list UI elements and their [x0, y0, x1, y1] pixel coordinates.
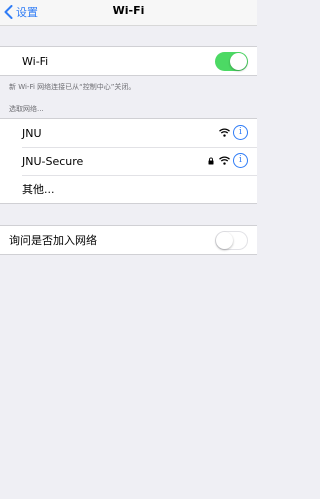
wifi-icon [219, 156, 230, 165]
page-title: Wi-Fi [112, 4, 145, 17]
wifi-toggle[interactable] [215, 52, 248, 71]
ask-join-label: 询问是否加入网络 [9, 234, 97, 247]
other-network-row[interactable]: 其他... [0, 175, 257, 203]
ask-join-row: 询问是否加入网络 [0, 226, 257, 254]
network-name: JNU-Secure [22, 154, 84, 168]
toggle-knob [230, 53, 247, 70]
other-network-label: 其他... [22, 183, 55, 196]
network-row-jnu[interactable]: JNU i [0, 119, 257, 147]
wifi-toggle-row: Wi-Fi [0, 47, 257, 75]
ask-join-group: 询问是否加入网络 [0, 225, 257, 255]
network-name: JNU [22, 126, 42, 140]
wifi-icon [219, 128, 230, 137]
ask-join-toggle[interactable] [215, 231, 248, 250]
info-icon[interactable]: i [233, 153, 248, 168]
network-row-jnu-secure[interactable]: JNU-Secure i [0, 147, 257, 175]
wifi-toggle-group: Wi-Fi [0, 46, 257, 76]
navigation-bar: 设置 Wi-Fi [0, 0, 257, 26]
toggle-knob [216, 232, 233, 249]
wifi-toggle-label: Wi-Fi [22, 54, 49, 68]
wifi-note: 新 Wi-Fi 网络连接已从“控制中心”关闭。 [9, 83, 136, 91]
lock-icon [208, 157, 214, 165]
networks-header: 选取网络... [9, 105, 44, 113]
info-icon[interactable]: i [233, 125, 248, 140]
networks-list: JNU i JNU-Secure i 其他... [0, 118, 257, 204]
